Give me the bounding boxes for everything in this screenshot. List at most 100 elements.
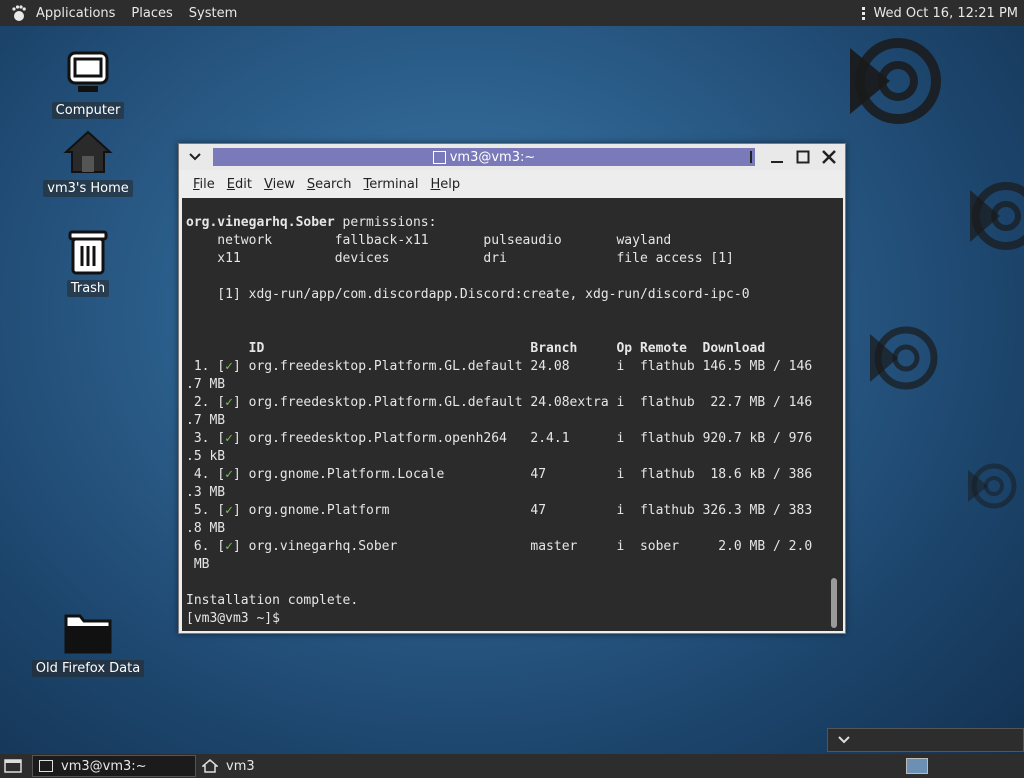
- chevron-down-icon: [838, 736, 850, 744]
- menu-label: ile: [199, 176, 215, 192]
- table-row: 5. [✓] org.gnome.Platform 47 i flathub 3…: [186, 502, 843, 520]
- menu-label: elp: [440, 176, 461, 192]
- desktop-icon-label: vm3's Home: [43, 180, 133, 197]
- bottom-panel: vm3@vm3:~ vm3: [0, 754, 1024, 778]
- workspace-switcher[interactable]: [906, 758, 928, 774]
- menu-edit[interactable]: Edit: [221, 177, 258, 192]
- folder-icon: [62, 606, 114, 658]
- menu-label: dit: [235, 176, 252, 192]
- window-title: vm3@vm3:~: [213, 148, 755, 166]
- row-text: ] org.gnome.Platform.Locale 47 i flathub…: [232, 467, 813, 482]
- menu-terminal[interactable]: Terminal: [358, 177, 425, 192]
- menu-applications[interactable]: Applications: [28, 0, 123, 26]
- table-row-cont: .8 MB: [186, 521, 226, 536]
- desktop-icon-trash[interactable]: Trash: [33, 226, 143, 297]
- trash-icon: [62, 226, 114, 278]
- desktop-icon-computer[interactable]: Computer: [33, 48, 143, 119]
- row-num: 6. [: [186, 539, 226, 554]
- table-row-cont: .7 MB: [186, 377, 226, 392]
- row-text: ] org.freedesktop.Platform.openh264 2.4.…: [232, 431, 813, 446]
- wallpaper-logo-large: [850, 38, 941, 124]
- menu-label: iew: [272, 176, 295, 192]
- minimize-button[interactable]: [741, 147, 761, 167]
- app-name: org.vinegarhq.Sober: [186, 215, 335, 230]
- mnemonic: H: [430, 176, 441, 192]
- wallpaper-logo-small: [870, 326, 938, 390]
- table-row-cont: .7 MB: [186, 413, 226, 428]
- home-icon: [202, 759, 218, 773]
- check-icon: ✓: [225, 359, 233, 374]
- desktop-icon-old-firefox-data[interactable]: Old Firefox Data: [31, 606, 145, 677]
- terminal-output[interactable]: org.vinegarhq.Sober permissions: network…: [182, 198, 843, 631]
- desktop-icon-home[interactable]: vm3's Home: [33, 126, 143, 197]
- terminal-icon: [39, 760, 53, 772]
- taskbar-item-label: vm3: [226, 758, 255, 774]
- menu-help[interactable]: Help: [424, 177, 466, 192]
- show-desktop-button[interactable]: [2, 756, 24, 776]
- minimize-bar-icon: [771, 161, 783, 163]
- window-menu-button[interactable]: [179, 144, 211, 170]
- permissions-label: permissions:: [334, 215, 437, 230]
- show-desktop-icon: [4, 759, 22, 773]
- menu-file[interactable]: File: [187, 177, 221, 192]
- check-icon: ✓: [225, 467, 233, 482]
- terminal-window: vm3@vm3:~ File Edit View Search Terminal…: [178, 143, 846, 634]
- computer-icon: [62, 48, 114, 100]
- permissions-line: org.vinegarhq.Sober permissions:: [186, 214, 843, 232]
- terminal-icon: [432, 150, 446, 164]
- vertical-dots-icon[interactable]: [862, 6, 866, 20]
- clock[interactable]: Wed Oct 16, 12:21 PM: [873, 6, 1018, 21]
- prompt-line: [vm3@vm3 ~]$: [186, 610, 843, 628]
- top-panel: Applications Places System Wed Oct 16, 1…: [0, 0, 1024, 26]
- blank-line: [186, 574, 843, 592]
- mnemonic: E: [226, 176, 235, 192]
- row-num: 2. [: [186, 395, 226, 410]
- gnome-foot-icon[interactable]: [10, 4, 28, 22]
- mnemonic: S: [306, 176, 316, 192]
- row-text: ] org.freedesktop.Platform.GL.default 24…: [232, 359, 813, 374]
- table-row: 2. [✓] org.freedesktop.Platform.GL.defau…: [186, 394, 843, 412]
- table-row-cont: MB: [186, 557, 210, 572]
- menu-search[interactable]: Search: [301, 177, 358, 192]
- row-text: ] org.gnome.Platform 47 i flathub 326.3 …: [232, 503, 813, 518]
- taskbar-item-label: vm3@vm3:~: [61, 758, 147, 774]
- table-row: 1. [✓] org.freedesktop.Platform.GL.defau…: [186, 358, 843, 376]
- menu-label: earch: [315, 176, 352, 192]
- mnemonic: V: [263, 176, 273, 192]
- taskbar-item-terminal[interactable]: vm3@vm3:~: [32, 755, 196, 777]
- wallpaper-logo-tiny: [968, 463, 1017, 509]
- row-num: 3. [: [186, 431, 226, 446]
- desktop-icon-label: Old Firefox Data: [31, 660, 145, 677]
- close-button[interactable]: [819, 147, 839, 167]
- row-text: ] org.vinegarhq.Sober master i sober 2.0…: [232, 539, 813, 554]
- chevron-down-icon: [189, 153, 201, 161]
- window-title-text: vm3@vm3:~: [449, 149, 536, 165]
- note-line: [1] xdg-run/app/com.discordapp.Discord:c…: [186, 287, 750, 302]
- table-row: 6. [✓] org.vinegarhq.Sober master i sobe…: [186, 538, 843, 556]
- table-row: 4. [✓] org.gnome.Platform.Locale 47 i fl…: [186, 466, 843, 484]
- maximize-button[interactable]: [793, 147, 813, 167]
- row-num: 4. [: [186, 467, 226, 482]
- menu-system[interactable]: System: [181, 0, 245, 26]
- blank-line: [186, 322, 843, 340]
- minimize-icon: [750, 151, 752, 163]
- wallpaper-logo-medium: [970, 182, 1024, 250]
- window-titlebar[interactable]: vm3@vm3:~: [179, 144, 845, 170]
- taskbar-item-home[interactable]: vm3: [196, 755, 261, 777]
- status-line: Installation complete.: [186, 593, 359, 608]
- table-row-cont: .5 kB: [186, 449, 226, 464]
- close-icon: [822, 150, 836, 164]
- maximize-icon: [796, 150, 810, 164]
- window-menubar: File Edit View Search Terminal Help: [179, 170, 845, 198]
- tray-popup[interactable]: [827, 728, 1024, 752]
- perm-line-1: network fallback-x11 pulseaudio wayland: [186, 233, 672, 248]
- row-text: ] org.freedesktop.Platform.GL.default 24…: [232, 395, 813, 410]
- home-icon: [62, 126, 114, 178]
- menu-places[interactable]: Places: [123, 0, 180, 26]
- perm-line-2: x11 devices dri file access [1]: [186, 251, 734, 266]
- check-icon: ✓: [225, 503, 233, 518]
- row-num: 1. [: [186, 359, 226, 374]
- minimize-bar-button[interactable]: [767, 147, 787, 167]
- terminal-scrollbar[interactable]: [831, 578, 837, 628]
- menu-view[interactable]: View: [258, 177, 301, 192]
